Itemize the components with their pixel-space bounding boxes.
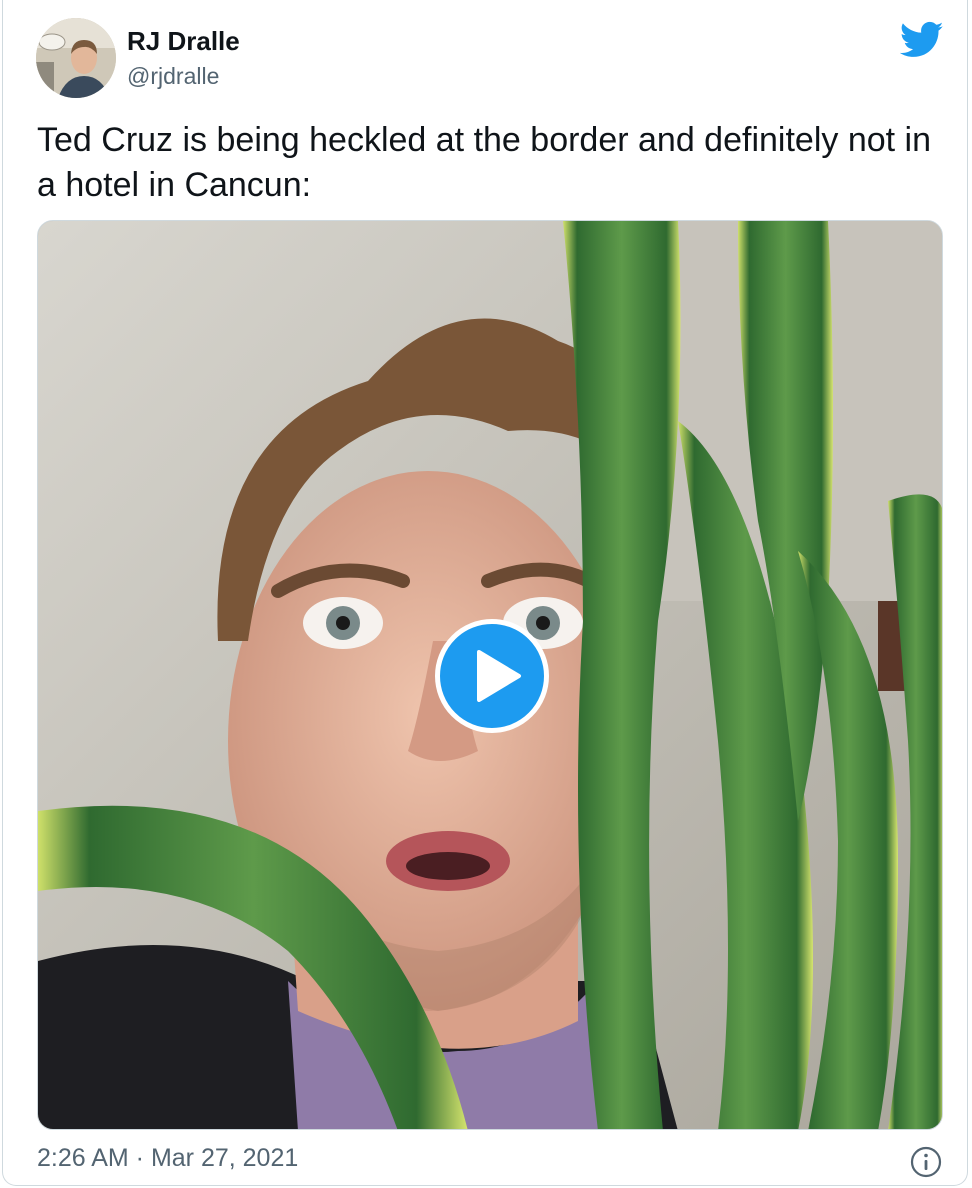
info-icon[interactable] <box>910 1146 942 1178</box>
tweet-card: RJ Dralle @rjdralle Ted Cruz is being he… <box>2 0 968 1186</box>
twitter-bird-icon[interactable] <box>900 21 944 59</box>
avatar[interactable] <box>36 18 116 98</box>
tweet-timestamp[interactable]: 2:26 AM · Mar 27, 2021 <box>37 1144 298 1173</box>
video-thumbnail[interactable] <box>37 220 943 1130</box>
author-handle[interactable]: @rjdralle <box>127 63 219 90</box>
play-icon <box>477 650 521 702</box>
play-button[interactable] <box>435 619 549 733</box>
author-name[interactable]: RJ Dralle <box>127 26 240 57</box>
tweet-text: Ted Cruz is being heckled at the border … <box>37 121 931 204</box>
